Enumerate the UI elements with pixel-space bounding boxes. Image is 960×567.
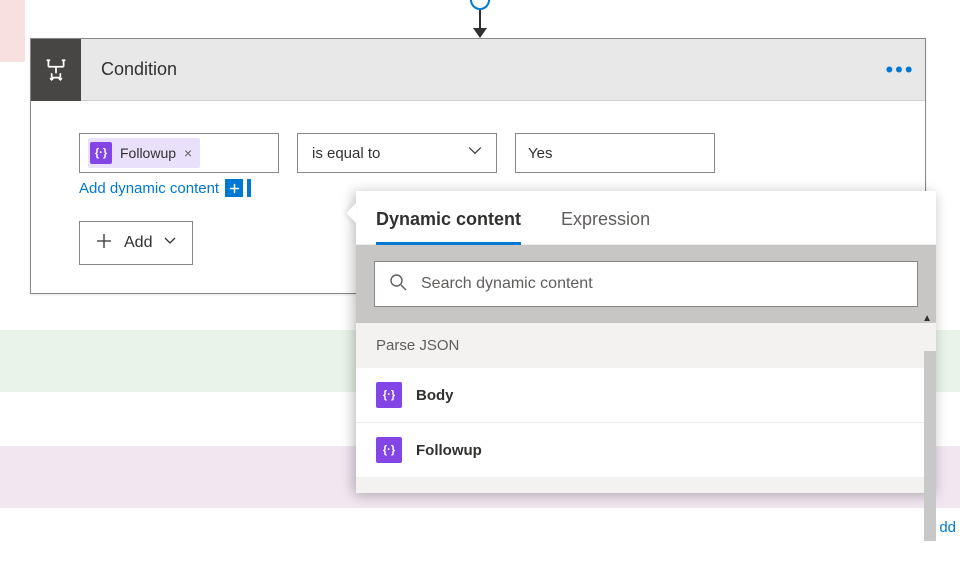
- flow-connector-arrow: [470, 0, 490, 40]
- chevron-down-icon: [164, 234, 176, 252]
- json-token-icon: {·}: [376, 437, 402, 463]
- search-input[interactable]: [421, 275, 903, 293]
- dynamic-content-flyout: Dynamic content Expression Parse JSON ▲ …: [356, 191, 936, 493]
- results-section-header: Parse JSON ▲: [356, 323, 936, 368]
- condition-header[interactable]: Condition •••: [31, 39, 925, 101]
- search-box[interactable]: [374, 261, 918, 307]
- condition-title: Condition: [81, 59, 875, 80]
- condition-expression-row: {·} Followup × is equal to Yes: [79, 133, 877, 173]
- json-token-icon: {·}: [376, 382, 402, 408]
- condition-icon: [31, 39, 81, 101]
- flyout-caret: [346, 203, 356, 223]
- result-label: Followup: [416, 442, 482, 459]
- add-button-label: Add: [124, 234, 152, 252]
- condition-left-operand[interactable]: {·} Followup ×: [79, 133, 279, 173]
- insertion-marker: [247, 179, 251, 197]
- json-token-icon: {·}: [90, 142, 112, 164]
- plus-icon[interactable]: [225, 179, 243, 197]
- tab-expression[interactable]: Expression: [561, 209, 650, 245]
- scroll-up-arrow-icon[interactable]: ▲: [922, 313, 932, 324]
- tab-dynamic-content[interactable]: Dynamic content: [376, 209, 521, 245]
- scrollbar-thumb[interactable]: [924, 351, 936, 541]
- add-condition-button[interactable]: Add: [79, 221, 193, 265]
- condition-operator-select[interactable]: is equal to: [297, 133, 497, 173]
- chevron-down-icon: [468, 144, 488, 163]
- cropped-link-fragment: dd: [939, 519, 956, 536]
- flyout-footer: [356, 477, 936, 493]
- more-options-button[interactable]: •••: [875, 57, 925, 83]
- token-label: Followup: [120, 145, 176, 161]
- operator-label: is equal to: [306, 145, 380, 162]
- dynamic-content-results: {·} Body {·} Followup: [356, 368, 936, 477]
- remove-token-button[interactable]: ×: [182, 145, 194, 161]
- section-title: Parse JSON: [376, 337, 459, 354]
- search-icon: [389, 273, 407, 296]
- dynamic-token-followup: {·} Followup ×: [88, 138, 200, 168]
- value-text: Yes: [528, 145, 552, 162]
- plus-icon: [96, 233, 112, 254]
- condition-right-operand[interactable]: Yes: [515, 133, 715, 173]
- result-item-body[interactable]: {·} Body: [356, 368, 936, 423]
- flyout-tabs: Dynamic content Expression: [356, 191, 936, 245]
- result-label: Body: [416, 387, 454, 404]
- result-item-followup[interactable]: {·} Followup: [356, 423, 936, 477]
- add-dynamic-content-link[interactable]: Add dynamic content: [79, 180, 219, 197]
